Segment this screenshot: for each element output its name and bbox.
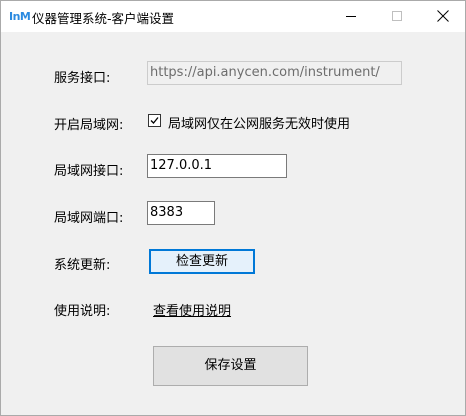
help-label: 使用说明:: [54, 304, 111, 319]
help-link[interactable]: 查看使用说明: [153, 300, 231, 319]
check-update-button[interactable]: 检查更新: [149, 249, 255, 274]
lan-enable-label: 开启局域网:: [54, 118, 124, 133]
close-icon: [437, 10, 449, 22]
lan-port-field[interactable]: 8383: [147, 201, 215, 225]
service-port-label: 服务接口:: [54, 71, 111, 86]
checkmark-icon: [150, 117, 159, 124]
update-label: 系统更新:: [54, 258, 111, 273]
lan-address-field[interactable]: 127.0.0.1: [147, 154, 287, 178]
lan-enable-checkbox[interactable]: [148, 114, 161, 127]
lan-address-label: 局域网接口:: [54, 164, 124, 179]
title-bar[interactable]: InM 仪器管理系统-客户端设置: [1, 1, 465, 32]
maximize-button: [374, 1, 420, 32]
lan-port-label: 局域网端口:: [54, 211, 124, 226]
app-logo-icon: InM: [9, 10, 31, 23]
lan-enable-text[interactable]: 局域网仅在公网服务无效时使用: [168, 113, 350, 132]
service-port-field: https://api.anycen.com/instrument/: [147, 61, 402, 85]
close-button[interactable]: [420, 1, 466, 32]
minimize-button[interactable]: [328, 1, 374, 32]
window-title: 仪器管理系统-客户端设置: [32, 11, 175, 26]
settings-window: InM 仪器管理系统-客户端设置 服务接口: https://api.anyce…: [0, 0, 466, 416]
save-settings-button[interactable]: 保存设置: [153, 346, 308, 386]
